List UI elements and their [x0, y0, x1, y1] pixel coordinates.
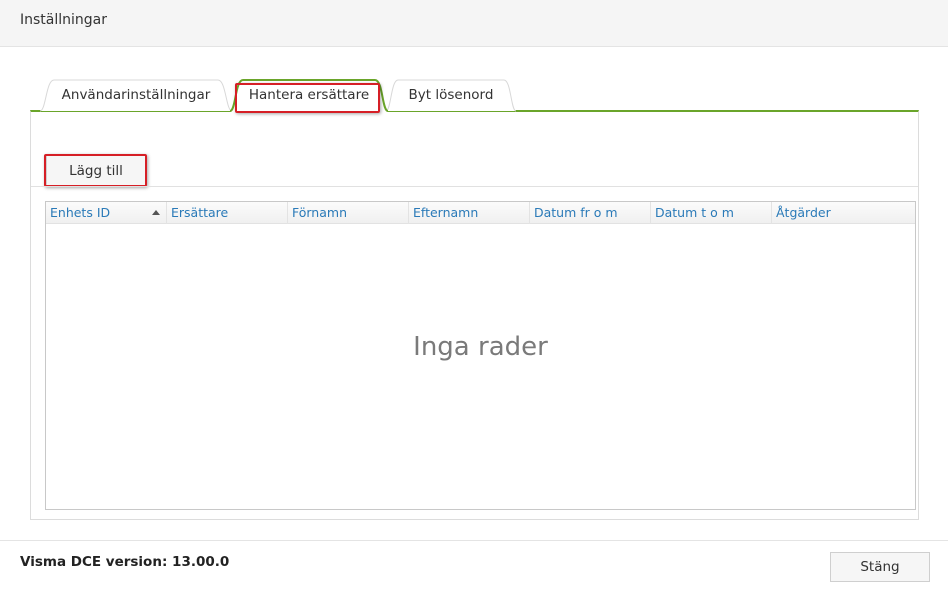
toolbar-divider [31, 186, 918, 187]
column-label: Förnamn [292, 205, 347, 220]
title-bar: Inställningar [0, 0, 948, 47]
column-label: Efternamn [413, 205, 479, 220]
sort-ascending-icon [152, 210, 160, 215]
grid-header: Enhets ID Ersättare Förnamn Efternamn Da… [46, 202, 915, 224]
column-label: Ersättare [171, 205, 229, 220]
column-header-date-to[interactable]: Datum t o m [651, 202, 772, 224]
tab-user-settings[interactable]: Användarinställningar [40, 79, 232, 112]
column-label: Åtgärder [776, 205, 831, 220]
footer-divider [0, 540, 948, 541]
version-label: Visma DCE version: 13.00.0 [20, 554, 230, 570]
window-title: Inställningar [20, 12, 108, 28]
column-label: Enhets ID [50, 205, 111, 220]
add-button[interactable]: Lägg till [46, 155, 146, 186]
column-header-actions[interactable]: Åtgärder [772, 202, 915, 224]
column-header-date-from[interactable]: Datum fr o m [530, 202, 651, 224]
tab-change-password[interactable]: Byt lösenord [386, 79, 516, 112]
tab-label: Byt lösenord [408, 87, 494, 103]
column-header-substitute[interactable]: Ersättare [167, 202, 288, 224]
empty-state-text: Inga rader [413, 332, 548, 362]
column-label: Datum fr o m [534, 205, 618, 220]
column-header-first-name[interactable]: Förnamn [288, 202, 409, 224]
close-button[interactable]: Stäng [830, 552, 930, 582]
tab-label: Hantera ersättare [248, 87, 370, 103]
tab-label: Användarinställningar [61, 87, 211, 103]
substitutes-grid: Enhets ID Ersättare Förnamn Efternamn Da… [45, 201, 916, 510]
column-label: Datum t o m [655, 205, 734, 220]
column-header-last-name[interactable]: Efternamn [409, 202, 530, 224]
tab-manage-substitutes[interactable]: Hantera ersättare [230, 79, 388, 112]
column-header-unit-id[interactable]: Enhets ID [46, 202, 167, 224]
settings-window: Inställningar Användarinställningar Byt … [0, 0, 948, 591]
